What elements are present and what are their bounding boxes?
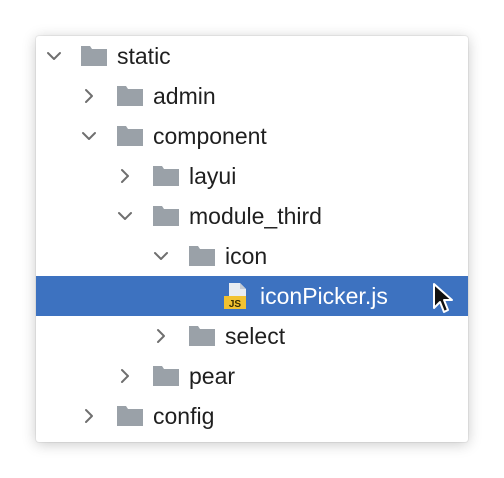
tree-item-label: layui [189,163,237,189]
tree-item-select[interactable]: select [36,316,468,356]
tree-item-module-third[interactable]: module_third [36,196,468,236]
project-tree-panel: static admin component layui module_thir… [36,36,468,442]
tree-item-label: component [153,123,267,149]
tree-item-label: iconPicker.js [260,283,388,309]
chevron-right-icon[interactable] [79,406,99,426]
chevron-right-icon[interactable] [115,166,135,186]
tree-item-label: select [225,323,286,349]
tree-item-label: pear [189,363,236,389]
folder-icon [152,365,180,387]
tree-item-icon[interactable]: icon [36,236,468,276]
folder-icon [152,165,180,187]
tree-item-static[interactable]: static [36,36,468,76]
chevron-down-icon[interactable] [151,246,171,266]
js-badge-text: JS [229,299,242,310]
tree-item-iconpicker-js[interactable]: JS iconPicker.js [36,276,468,316]
tree-item-label: module_third [189,203,322,229]
folder-icon [116,85,144,107]
tree-item-label: admin [153,83,216,109]
tree-item-label: static [117,43,171,69]
tree-item-component[interactable]: component [36,116,468,156]
chevron-right-icon[interactable] [79,86,99,106]
mouse-pointer-icon [432,282,454,314]
tree-item-label: config [153,403,215,429]
chevron-down-icon[interactable] [79,126,99,146]
folder-icon [116,125,144,147]
folder-icon [116,405,144,427]
tree-item-admin[interactable]: admin [36,76,468,116]
folder-icon [188,245,216,267]
chevron-down-icon[interactable] [115,206,135,226]
tree-item-label: icon [225,243,268,269]
folder-icon [152,205,180,227]
chevron-right-icon[interactable] [115,366,135,386]
tree-item-pear[interactable]: pear [36,356,468,396]
folder-icon [80,45,108,67]
tree-item-config[interactable]: config [36,396,468,436]
tree-item-layui[interactable]: layui [36,156,468,196]
javascript-file-icon: JS [223,282,251,310]
chevron-down-icon[interactable] [44,46,64,66]
chevron-right-icon[interactable] [151,326,171,346]
folder-icon [188,325,216,347]
